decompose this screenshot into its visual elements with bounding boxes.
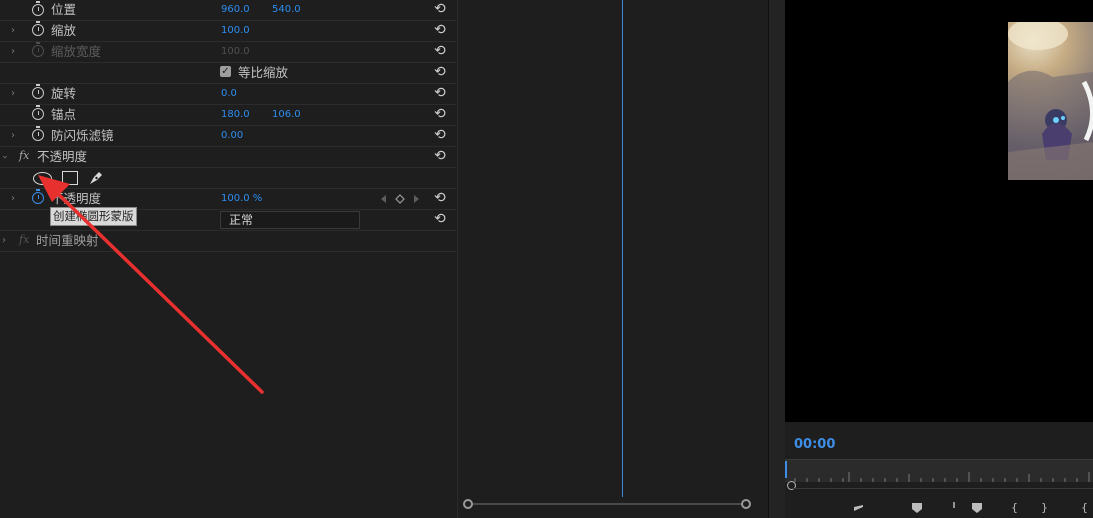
scale-width-label: 缩放宽度 xyxy=(51,44,102,59)
transport-controls: { } { xyxy=(845,502,1093,516)
scale-width-row: › 缩放宽度 100.0 ⟲ xyxy=(0,42,456,63)
panel-divider[interactable] xyxy=(768,0,785,518)
opacity-value[interactable]: 100.0 % xyxy=(221,193,262,205)
reset-icon[interactable]: ⟲ xyxy=(434,65,446,79)
stopwatch-icon[interactable] xyxy=(32,189,44,204)
scale-row: › 缩放 100.0 ⟲ xyxy=(0,21,456,42)
reset-icon[interactable]: ⟲ xyxy=(434,86,446,100)
rotation-value[interactable]: 0.0 xyxy=(221,88,237,100)
chevron-down-icon: ⌄ xyxy=(229,214,238,225)
marker-icon[interactable] xyxy=(971,502,983,514)
reset-icon[interactable]: ⟲ xyxy=(434,2,446,16)
anchor-y-value[interactable]: 106.0 xyxy=(272,109,301,121)
blend-mode-dropdown[interactable]: 正常 ⌄ xyxy=(220,211,360,229)
scale-value[interactable]: 100.0 xyxy=(221,25,250,37)
anti-flicker-row: › 防闪烁滤镜 0.00 ⟲ xyxy=(0,126,456,147)
go-to-in-icon[interactable]: { xyxy=(1011,502,1018,514)
tooltip: 创建椭圆形蒙版 xyxy=(50,207,137,226)
time-ruler-ticks xyxy=(794,472,1090,482)
reset-icon[interactable]: ⟲ xyxy=(434,44,446,58)
twirl-icon[interactable]: › xyxy=(11,131,15,141)
uniform-scale-label: 等比缩放 xyxy=(238,65,289,80)
scale-label: 缩放 xyxy=(51,23,77,38)
stopwatch-icon[interactable] xyxy=(32,1,44,16)
fx-icon[interactable]: fx xyxy=(19,149,29,163)
effect-controls-timeline[interactable] xyxy=(457,0,769,518)
scrollbar-track[interactable] xyxy=(469,503,743,505)
position-row: 位置 960.0 540.0 ⟲ xyxy=(0,0,456,21)
anchor-point-row: 锚点 180.0 106.0 ⟲ xyxy=(0,105,456,126)
video-preview xyxy=(785,0,1093,422)
reset-icon[interactable]: ⟲ xyxy=(434,107,446,121)
opacity-section-label: 不透明度 xyxy=(37,149,88,164)
twirl-icon[interactable]: › xyxy=(11,26,15,36)
stopwatch-icon[interactable] xyxy=(32,105,44,120)
rectangle-mask-icon[interactable] xyxy=(62,171,78,185)
stopwatch-icon[interactable] xyxy=(32,84,44,99)
uniform-scale-row: ✓ 等比缩放 ⟲ xyxy=(0,63,456,84)
twirl-icon[interactable]: › xyxy=(11,194,15,204)
go-to-out-icon[interactable]: } xyxy=(1041,502,1048,514)
fx-icon: fx xyxy=(19,233,30,246)
anti-flicker-label: 防闪烁滤镜 xyxy=(51,128,114,143)
mark-in-icon[interactable] xyxy=(853,504,865,512)
reset-icon[interactable]: ⟲ xyxy=(434,212,446,226)
twirl-icon[interactable]: › xyxy=(2,236,6,246)
twirl-icon[interactable]: › xyxy=(11,89,15,99)
ellipse-mask-icon[interactable] xyxy=(33,172,52,185)
uniform-scale-checkbox[interactable]: ✓ xyxy=(220,66,231,77)
playhead-line[interactable] xyxy=(622,0,623,497)
position-x-value[interactable]: 960.0 xyxy=(221,4,250,16)
stopwatch-icon xyxy=(32,42,44,57)
video-frame-image xyxy=(1008,22,1093,180)
stopwatch-icon[interactable] xyxy=(32,126,44,141)
step-back-icon[interactable]: { xyxy=(1081,502,1088,514)
pen-mask-icon[interactable] xyxy=(88,169,105,186)
stopwatch-icon[interactable] xyxy=(32,21,44,36)
timecode-display[interactable]: 00:00 xyxy=(794,437,835,452)
reset-icon[interactable]: ⟲ xyxy=(434,128,446,142)
scale-width-value: 100.0 xyxy=(221,46,250,57)
add-marker-icon[interactable] xyxy=(911,502,923,514)
program-monitor: 00:00 { } { xyxy=(785,0,1093,518)
opacity-section-header[interactable]: › fx 不透明度 ⟲ xyxy=(0,147,456,168)
time-remap-label: 时间重映射 xyxy=(36,233,99,248)
scrub-track[interactable] xyxy=(793,488,1093,489)
reset-icon[interactable]: ⟲ xyxy=(434,23,446,37)
twirl-icon[interactable]: › xyxy=(11,47,15,57)
reset-icon[interactable]: ⟲ xyxy=(434,191,446,205)
position-y-value[interactable]: 540.0 xyxy=(272,4,301,16)
anti-flicker-value[interactable]: 0.00 xyxy=(221,130,243,142)
reset-icon[interactable]: ⟲ xyxy=(434,149,446,163)
time-remap-row[interactable]: › fx 时间重映射 xyxy=(0,231,456,252)
playhead-marker[interactable] xyxy=(785,461,787,478)
rotation-label: 旋转 xyxy=(51,86,77,101)
game-art-image xyxy=(1008,22,1093,180)
position-label: 位置 xyxy=(51,2,77,17)
twirl-open-icon[interactable]: › xyxy=(0,155,10,159)
opacity-label: 不透明度 xyxy=(51,191,102,206)
anchor-point-label: 锚点 xyxy=(51,107,77,122)
effect-controls-panel: 位置 960.0 540.0 ⟲ › 缩放 100.0 ⟲ › 缩放宽度 100… xyxy=(0,0,456,518)
rotation-row: › 旋转 0.0 ⟲ xyxy=(0,84,456,105)
mark-out-icon[interactable] xyxy=(951,502,957,510)
keyframe-navigator-icon[interactable] xyxy=(380,194,424,204)
timeline-zoom-scrollbar[interactable] xyxy=(463,499,751,509)
mask-tools-row xyxy=(0,168,456,189)
time-ruler[interactable] xyxy=(785,459,1093,482)
scrollbar-left-handle[interactable] xyxy=(463,499,473,509)
anchor-x-value[interactable]: 180.0 xyxy=(221,109,250,121)
scrollbar-right-handle[interactable] xyxy=(741,499,751,509)
